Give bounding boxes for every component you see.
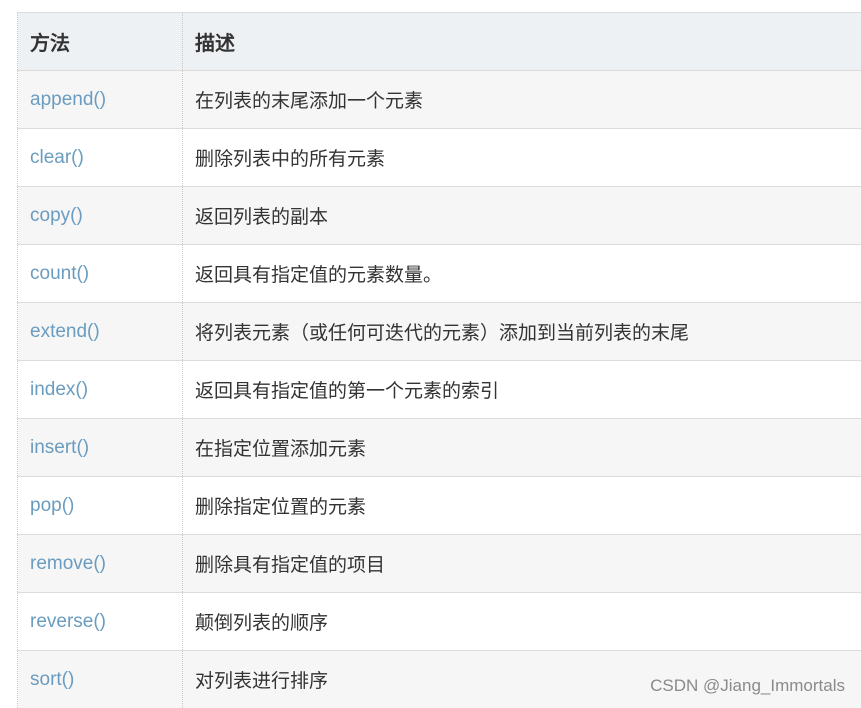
method-description: 返回具有指定值的第一个元素的索引 <box>182 360 861 419</box>
method-link[interactable]: pop() <box>17 476 183 535</box>
method-link[interactable]: insert() <box>17 418 183 477</box>
method-link[interactable]: extend() <box>17 302 183 361</box>
method-link[interactable]: index() <box>17 360 183 419</box>
table-row: extend() 将列表元素（或任何可迭代的元素）添加到当前列表的末尾 <box>17 302 861 361</box>
watermark: CSDN @Jiang_Immortals <box>650 676 845 695</box>
method-link[interactable]: clear() <box>17 128 183 187</box>
method-description: 颠倒列表的顺序 <box>182 592 861 651</box>
method-description: 将列表元素（或任何可迭代的元素）添加到当前列表的末尾 <box>182 302 861 361</box>
method-description: 在列表的末尾添加一个元素 <box>182 70 861 129</box>
header-method: 方法 <box>17 12 183 71</box>
table-row: clear() 删除列表中的所有元素 <box>17 128 861 187</box>
methods-table-container: 方法 描述 append() 在列表的末尾添加一个元素 clear() 删除列表中的所… <box>17 12 861 708</box>
table-row: remove() 删除具有指定值的项目 <box>17 534 861 593</box>
method-description: 返回具有指定值的元素数量。 <box>182 244 861 303</box>
method-link[interactable]: reverse() <box>17 592 183 651</box>
method-description: 删除指定位置的元素 <box>182 476 861 535</box>
method-link[interactable]: copy() <box>17 186 183 245</box>
table-row: insert() 在指定位置添加元素 <box>17 418 861 477</box>
method-link[interactable]: count() <box>17 244 183 303</box>
table-row: pop() 删除指定位置的元素 <box>17 476 861 535</box>
table-row: append() 在列表的末尾添加一个元素 <box>17 70 861 129</box>
table-row: reverse() 颠倒列表的顺序 <box>17 592 861 651</box>
method-description: 删除列表中的所有元素 <box>182 128 861 187</box>
table-row: count() 返回具有指定值的元素数量。 <box>17 244 861 303</box>
method-description: 删除具有指定值的项目 <box>182 534 861 593</box>
method-description: 返回列表的副本 <box>182 186 861 245</box>
table-header-row: 方法 描述 <box>17 12 861 71</box>
table-row: copy() 返回列表的副本 <box>17 186 861 245</box>
method-description: 在指定位置添加元素 <box>182 418 861 477</box>
method-link[interactable]: sort() <box>17 650 183 708</box>
method-link[interactable]: append() <box>17 70 183 129</box>
list-methods-table: 方法 描述 append() 在列表的末尾添加一个元素 clear() 删除列表中的所… <box>17 12 861 708</box>
header-description: 描述 <box>182 12 861 71</box>
table-row: index() 返回具有指定值的第一个元素的索引 <box>17 360 861 419</box>
method-link[interactable]: remove() <box>17 534 183 593</box>
